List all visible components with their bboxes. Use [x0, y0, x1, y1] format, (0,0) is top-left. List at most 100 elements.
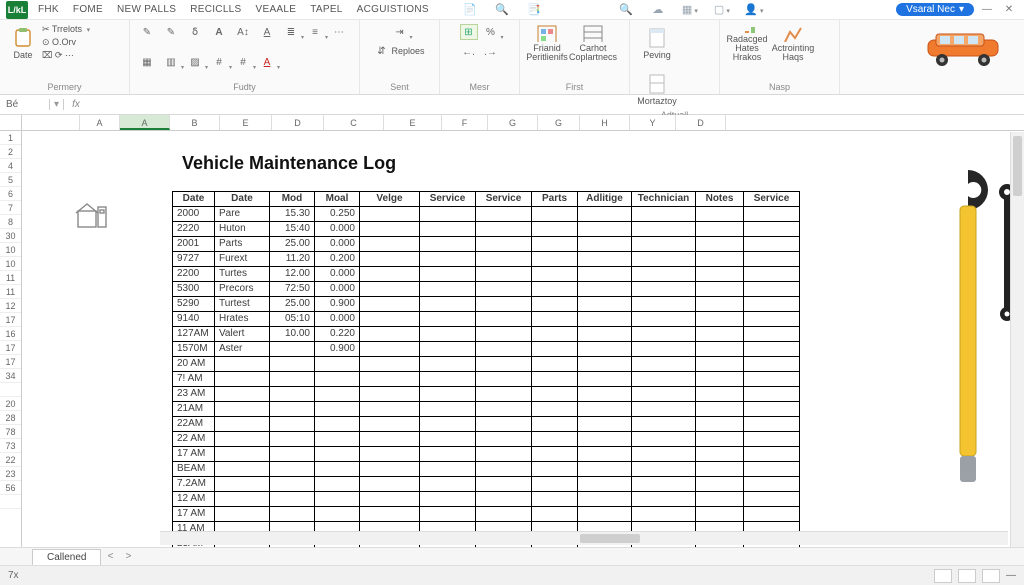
- table-cell[interactable]: [420, 477, 476, 492]
- chart-button[interactable]: Radacged Hates Hrakos: [728, 24, 766, 62]
- search2-icon[interactable]: 🔍: [615, 1, 637, 19]
- table-cell[interactable]: Furext: [215, 252, 270, 267]
- column-header[interactable]: [22, 115, 80, 130]
- table-cell[interactable]: 0.250: [315, 207, 360, 222]
- menu-item[interactable]: VEAALE: [256, 4, 297, 15]
- table-cell[interactable]: [476, 447, 532, 462]
- table-cell[interactable]: [476, 342, 532, 357]
- brush-icon[interactable]: ẟ: [186, 24, 204, 40]
- table-cell[interactable]: [215, 357, 270, 372]
- table-cell[interactable]: [315, 507, 360, 522]
- table-cell[interactable]: [744, 372, 800, 387]
- table-cell[interactable]: [744, 222, 800, 237]
- pen-icon[interactable]: ✎: [138, 24, 156, 40]
- row-header[interactable]: 11: [0, 271, 21, 285]
- row-header[interactable]: 20: [0, 397, 21, 411]
- table-cell[interactable]: [360, 222, 420, 237]
- table-cell[interactable]: 5300: [173, 282, 215, 297]
- table-cell[interactable]: [476, 297, 532, 312]
- sheet-tab[interactable]: Callened: [32, 549, 101, 565]
- table-cell[interactable]: [360, 357, 420, 372]
- table-cell[interactable]: [578, 447, 632, 462]
- table-cell[interactable]: [360, 342, 420, 357]
- table-cell[interactable]: [420, 357, 476, 372]
- table-cell[interactable]: [532, 507, 578, 522]
- cond-format-button[interactable]: Frianid Peritlienifs: [528, 24, 566, 62]
- column-header[interactable]: E: [220, 115, 272, 130]
- table-cell[interactable]: [632, 252, 696, 267]
- table-cell[interactable]: [532, 492, 578, 507]
- namebox-dropdown[interactable]: ▾: [50, 99, 64, 110]
- table-cell[interactable]: [578, 312, 632, 327]
- table-cell[interactable]: [476, 477, 532, 492]
- table-cell[interactable]: [420, 342, 476, 357]
- table-cell[interactable]: [578, 282, 632, 297]
- row-header[interactable]: 1: [0, 131, 21, 145]
- column-header[interactable]: B: [170, 115, 220, 130]
- row-header[interactable]: 11: [0, 285, 21, 299]
- table-cell[interactable]: [215, 372, 270, 387]
- table-cell[interactable]: [578, 417, 632, 432]
- table-cell[interactable]: [360, 372, 420, 387]
- table-cell[interactable]: [632, 327, 696, 342]
- table-cell[interactable]: [420, 207, 476, 222]
- table-cell[interactable]: 11.20: [270, 252, 315, 267]
- fontcolor-icon[interactable]: A: [258, 54, 276, 70]
- vertical-scrollbar[interactable]: [1010, 132, 1024, 565]
- table-cell[interactable]: [532, 252, 578, 267]
- account-button[interactable]: Actrointing Haqs: [774, 24, 812, 62]
- table-cell[interactable]: [315, 462, 360, 477]
- table-cell[interactable]: [696, 357, 744, 372]
- table-cell[interactable]: 0.000: [315, 237, 360, 252]
- table-cell[interactable]: 9727: [173, 252, 215, 267]
- table-row[interactable]: 22AM: [173, 417, 800, 432]
- table-cell[interactable]: [360, 462, 420, 477]
- table-cell[interactable]: [360, 297, 420, 312]
- table-row[interactable]: 20 AM: [173, 357, 800, 372]
- table-cell[interactable]: [744, 492, 800, 507]
- table-cell[interactable]: [744, 477, 800, 492]
- table-cell[interactable]: [315, 357, 360, 372]
- table-row[interactable]: 9140Hrates05:100.000: [173, 312, 800, 327]
- table-cell[interactable]: 0.200: [315, 252, 360, 267]
- table-cell[interactable]: [215, 402, 270, 417]
- table-cell[interactable]: [360, 447, 420, 462]
- table-cell[interactable]: [360, 252, 420, 267]
- table-row[interactable]: 2000Pare15.300.250: [173, 207, 800, 222]
- table-cell[interactable]: 17 AM: [173, 447, 215, 462]
- tab-prev[interactable]: <: [101, 551, 119, 562]
- table-cell[interactable]: [744, 387, 800, 402]
- table-cell[interactable]: [632, 312, 696, 327]
- inc-icon[interactable]: .→: [482, 44, 500, 60]
- table-cell[interactable]: [476, 372, 532, 387]
- table-cell[interactable]: [420, 222, 476, 237]
- table-cell[interactable]: [476, 357, 532, 372]
- table-cell[interactable]: [215, 462, 270, 477]
- table-cell[interactable]: [532, 267, 578, 282]
- row-header[interactable]: 23: [0, 467, 21, 481]
- table-cell[interactable]: [270, 402, 315, 417]
- document-icon[interactable]: 📄: [459, 1, 481, 19]
- table-cell[interactable]: [360, 432, 420, 447]
- table-cell[interactable]: [532, 297, 578, 312]
- table-cell[interactable]: [744, 402, 800, 417]
- row-header[interactable]: 10: [0, 243, 21, 257]
- page-icon[interactable]: 📑: [523, 1, 545, 19]
- table-row[interactable]: 5290Turtest25.000.900: [173, 297, 800, 312]
- table-cell[interactable]: [420, 237, 476, 252]
- table-cell[interactable]: [532, 447, 578, 462]
- table-cell[interactable]: 25.00: [270, 297, 315, 312]
- table-cell[interactable]: [315, 447, 360, 462]
- scroll-thumb[interactable]: [1013, 136, 1022, 196]
- column-header[interactable]: A: [80, 115, 120, 130]
- table-cell[interactable]: [696, 462, 744, 477]
- table-cell[interactable]: [420, 447, 476, 462]
- view-normal[interactable]: [934, 569, 952, 583]
- table-cell[interactable]: [632, 372, 696, 387]
- replace-button[interactable]: Reploes: [391, 46, 424, 56]
- close-button[interactable]: ✕: [1000, 3, 1018, 17]
- table-cell[interactable]: [270, 462, 315, 477]
- table-cell[interactable]: [270, 447, 315, 462]
- table-cell[interactable]: 21AM: [173, 402, 215, 417]
- table-cell[interactable]: [696, 477, 744, 492]
